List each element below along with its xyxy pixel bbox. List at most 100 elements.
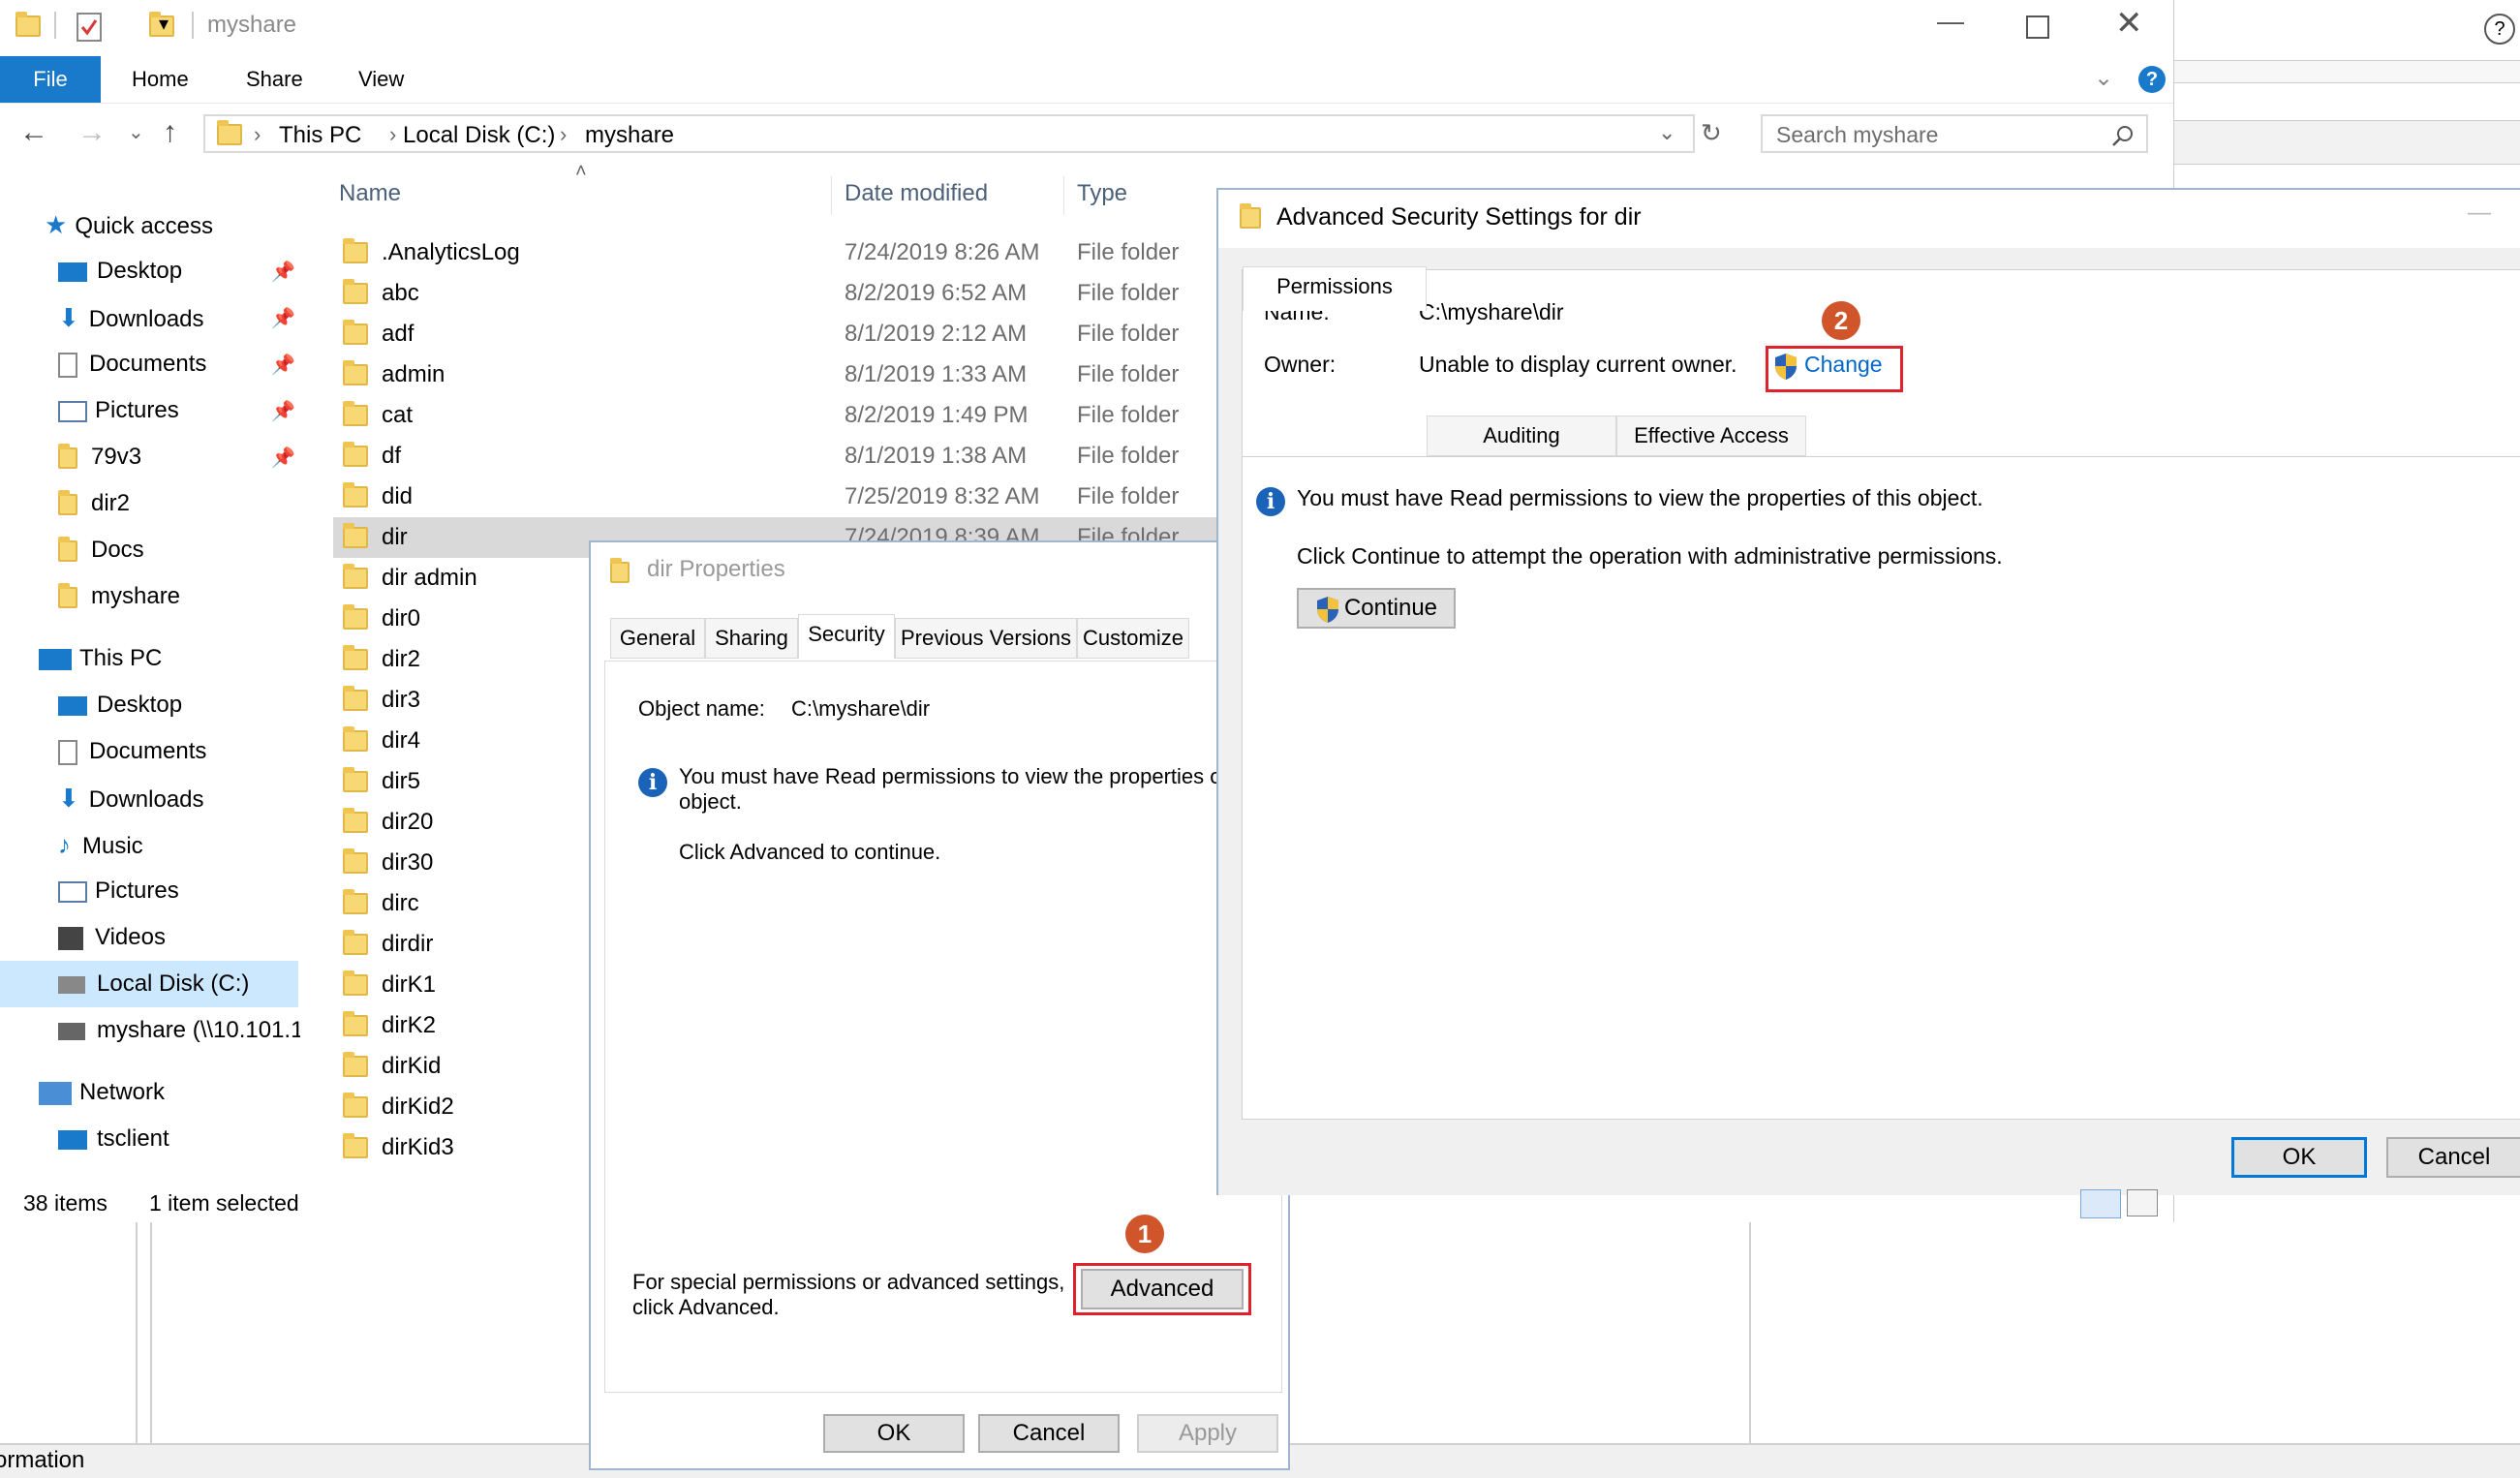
details-view-icon[interactable] (2080, 1189, 2121, 1218)
file-name: dir30 (382, 849, 434, 876)
folder-icon (15, 12, 41, 37)
chevron-down-icon[interactable]: ⌄ (2094, 64, 2113, 92)
file-row[interactable]: .AnalyticsLog 7/24/2019 8:26 AM File folde… (333, 232, 1302, 273)
tab-general[interactable]: General (610, 618, 705, 659)
nav-quick-dir2[interactable]: dir2 (58, 480, 130, 527)
file-row[interactable]: did 7/25/2019 8:32 AM File folder (333, 477, 1302, 517)
nav-quick-documents[interactable]: Documents (58, 341, 206, 387)
tab-auditing[interactable]: Auditing (1427, 416, 1616, 456)
help-icon[interactable]: ? (2484, 14, 2515, 45)
file-row[interactable]: cat 8/2/2019 1:49 PM File folder (333, 395, 1302, 436)
cancel-button[interactable]: Cancel (978, 1414, 1120, 1453)
music-icon: ♪ (58, 830, 71, 859)
nav-pc-pictures[interactable]: Pictures (58, 868, 179, 914)
customize-toolbar-icon[interactable]: ▾ (159, 12, 169, 36)
chevron-right-icon: › (389, 122, 397, 146)
nav-pc-documents[interactable]: Documents (58, 728, 206, 775)
advanced-security-dialog: Advanced Security Settings for dir — Nam… (1216, 188, 2520, 1195)
address-dropdown-icon[interactable]: ⌄ (1658, 120, 1675, 145)
tab-share[interactable]: Share (229, 56, 321, 103)
nav-quick-access[interactable]: ★ Quick access (45, 201, 213, 248)
cancel-button[interactable]: Cancel (2386, 1137, 2520, 1178)
column-header-name[interactable]: Name (339, 172, 401, 215)
search-input[interactable]: Search myshare (1761, 114, 2148, 153)
nav-pc-local-disk[interactable]: Local Disk (C:) (0, 961, 298, 1007)
help-icon[interactable]: ? (2138, 66, 2166, 93)
maximize-icon[interactable] (2026, 15, 2049, 39)
file-row[interactable]: df 8/1/2019 1:38 AM File folder (333, 436, 1302, 477)
file-date: 8/1/2019 1:33 AM (845, 361, 1028, 387)
tab-permissions[interactable]: Permissions (1243, 266, 1427, 311)
navigation-pane: ★ Quick access Desktop ⬇ Downloads Documen… (0, 172, 302, 1189)
nav-network[interactable]: Network (39, 1069, 165, 1116)
refresh-icon[interactable]: ↻ (1701, 118, 1722, 148)
document-icon (58, 739, 77, 765)
tab-file[interactable]: File (0, 56, 101, 103)
window-title: myshare (207, 12, 297, 38)
close-icon[interactable]: ✕ (2115, 4, 2143, 43)
folder-icon (343, 848, 368, 874)
properties-icon[interactable] (76, 12, 105, 43)
nav-pc-downloads[interactable]: ⬇ Downloads (58, 775, 204, 821)
nav-pc-network-drive[interactable]: myshare (\\10.101.1 (58, 1007, 300, 1054)
computer-icon (39, 648, 72, 670)
breadcrumb-this-pc[interactable]: This PC (279, 122, 361, 149)
file-name: dirK2 (382, 1012, 437, 1038)
file-row[interactable]: admin 8/1/2019 1:33 AM File folder (333, 354, 1302, 395)
tab-home[interactable]: Home (114, 56, 206, 103)
nav-this-pc[interactable]: This PC (39, 635, 162, 682)
nav-quick-downloads[interactable]: ⬇ Downloads (58, 294, 204, 341)
tab-divider (1243, 456, 2520, 457)
tab-view[interactable]: View (341, 56, 421, 103)
network-icon (39, 1081, 72, 1105)
tab-customize[interactable]: Customize (1077, 618, 1189, 659)
advanced-button[interactable]: Advanced (1081, 1269, 1244, 1309)
nav-quick-docs[interactable]: Docs (58, 527, 144, 573)
file-type: File folder (1077, 402, 1180, 428)
tab-previous-versions[interactable]: Previous Versions (895, 618, 1077, 659)
folder-icon (343, 442, 368, 467)
nav-pc-music[interactable]: ♪ Music (58, 821, 143, 868)
nav-quick-79v3[interactable]: 79v3 (58, 434, 141, 480)
file-date: 8/2/2019 6:52 AM (845, 280, 1028, 306)
info-icon: i (638, 768, 667, 797)
ok-button[interactable]: OK (2231, 1137, 2367, 1178)
breadcrumb-local-disk[interactable]: Local Disk (C:) (403, 122, 555, 149)
nav-pc-videos[interactable]: Videos (58, 914, 166, 961)
folder-icon (343, 1011, 368, 1036)
back-arrow-icon[interactable]: ← (19, 116, 48, 149)
file-name: dir5 (382, 768, 421, 794)
desktop-icon (58, 695, 87, 716)
minimize-icon[interactable]: — (2468, 200, 2491, 227)
file-date: 7/25/2019 8:32 AM (845, 483, 1040, 509)
recent-locations-icon[interactable]: ⌄ (128, 120, 144, 144)
large-icons-view-icon[interactable] (2127, 1189, 2158, 1216)
continue-button[interactable]: Continue (1297, 588, 1456, 629)
up-arrow-icon[interactable]: ↑ (163, 116, 177, 149)
divider (192, 12, 194, 39)
minimize-icon[interactable]: — (1937, 6, 1964, 37)
file-row[interactable]: abc 8/2/2019 6:52 AM File folder (333, 273, 1302, 314)
tab-sharing[interactable]: Sharing (705, 618, 798, 659)
tab-security[interactable]: Security (798, 614, 895, 659)
advanced-dialog-title: Advanced Security Settings for dir (1276, 203, 1642, 231)
change-owner-link[interactable]: Change (1773, 352, 1883, 381)
ok-button[interactable]: OK (823, 1414, 965, 1453)
file-name: admin (382, 361, 446, 387)
folder-icon (343, 930, 368, 955)
breadcrumb-myshare[interactable]: myshare (585, 122, 674, 149)
file-name: adf (382, 321, 415, 347)
search-icon[interactable] (2111, 124, 2135, 147)
forward-arrow-icon[interactable]: → (77, 116, 107, 149)
file-type: File folder (1077, 443, 1180, 469)
address-bar[interactable]: › This PC › Local Disk (C:) › myshare ⌄ (203, 114, 1695, 153)
nav-quick-desktop[interactable]: Desktop (58, 248, 182, 294)
column-header-date[interactable]: Date modified (845, 172, 988, 215)
file-row[interactable]: adf 8/1/2019 2:12 AM File folder (333, 314, 1302, 354)
nav-quick-pictures[interactable]: Pictures (58, 387, 179, 434)
nav-quick-myshare[interactable]: myshare (58, 573, 180, 620)
column-header-type[interactable]: Type (1077, 172, 1127, 215)
nav-tsclient[interactable]: tsclient (58, 1116, 169, 1162)
tab-effective-access[interactable]: Effective Access (1616, 416, 1806, 456)
nav-pc-desktop[interactable]: Desktop (58, 682, 182, 728)
